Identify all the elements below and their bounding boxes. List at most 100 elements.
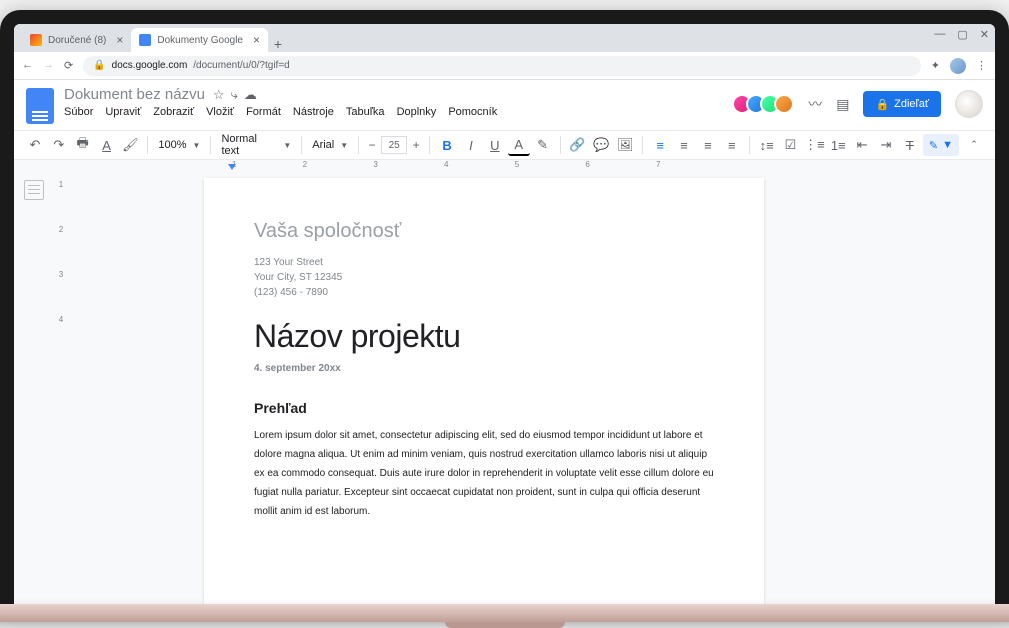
body-paragraph: Lorem ipsum dolor sit amet, consectetur … — [254, 426, 714, 521]
section-heading: Prehľad — [254, 400, 714, 416]
collapse-toolbar-button[interactable]: ˆ — [963, 134, 985, 156]
menu-edit[interactable]: Upraviť — [105, 106, 141, 118]
editing-mode-button[interactable]: ✎ ▼ — [923, 134, 959, 156]
company-heading: Vaša spoločnosť — [254, 220, 714, 243]
align-right-button[interactable]: ≡ — [697, 134, 719, 156]
share-button[interactable]: 🔒 Zdieľať — [863, 91, 941, 117]
close-icon[interactable]: × — [253, 33, 260, 47]
reload-icon[interactable]: ⟳ — [64, 59, 73, 72]
document-canvas: 1 2 3 4 1 2 3 4 5 6 7 Vaša spoločnosť 12… — [14, 160, 995, 610]
close-icon[interactable]: × — [116, 33, 123, 47]
account-avatar[interactable] — [955, 90, 983, 118]
collaborator-avatars[interactable] — [738, 94, 794, 114]
menu-table[interactable]: Tabuľka — [346, 106, 385, 118]
menu-view[interactable]: Zobraziť — [153, 106, 194, 118]
document-page[interactable]: Vaša spoločnosť 123 Your Street Your Cit… — [204, 178, 764, 610]
docs-header: Dokument bez názvu ☆ ⤷ ☁ Súbor Upraviť Z… — [14, 80, 995, 124]
project-title: Názov projektu — [254, 318, 714, 355]
move-icon[interactable]: ⤷ — [231, 87, 238, 103]
browser-profile-avatar[interactable] — [950, 58, 966, 74]
align-justify-button[interactable]: ≡ — [721, 134, 743, 156]
horizontal-ruler[interactable]: 1 2 3 4 5 6 7 — [184, 160, 692, 174]
forward-icon[interactable]: → — [43, 59, 54, 72]
share-label: Zdieľať — [894, 98, 929, 110]
font-select[interactable]: Arial▼ — [308, 139, 352, 151]
url-path: /document/u/0/?tgif=d — [193, 60, 289, 71]
checklist-button[interactable]: ☑ — [780, 134, 802, 156]
image-button[interactable]: 🖼 — [614, 134, 636, 156]
url-host: docs.google.com — [112, 60, 188, 71]
align-center-button[interactable]: ≡ — [673, 134, 695, 156]
menu-tools[interactable]: Nástroje — [293, 106, 334, 118]
underline-button[interactable]: U — [484, 134, 506, 156]
cloud-status-icon[interactable]: ☁ — [244, 87, 257, 103]
outline-toggle-icon[interactable] — [24, 180, 44, 200]
tab-label: Dokumenty Google — [157, 35, 243, 46]
undo-button[interactable]: ↶ — [24, 134, 46, 156]
chevron-down-icon: ▼ — [942, 139, 953, 151]
comment-button[interactable]: 💬 — [590, 134, 612, 156]
browser-menu-icon[interactable]: ⋮ — [976, 59, 987, 72]
font-size-stepper: − 25 + — [365, 136, 423, 154]
indent-marker-icon[interactable] — [228, 164, 236, 170]
laptop-frame: Doručené (8) × Dokumenty Google × + — ▢ … — [0, 10, 1009, 610]
tab-label: Doručené (8) — [48, 35, 106, 46]
print-button[interactable]: 🖶 — [72, 134, 94, 156]
chevron-down-icon: ▼ — [283, 141, 291, 150]
minimize-icon[interactable]: — — [934, 28, 945, 41]
url-input[interactable]: 🔒 docs.google.com/document/u/0/?tgif=d — [83, 56, 921, 76]
paragraph-style-select[interactable]: Normal text▼ — [217, 133, 295, 157]
spellcheck-button[interactable]: A — [96, 134, 118, 156]
document-date: 4. september 20xx — [254, 363, 714, 374]
numbered-list-button[interactable]: 1≡ — [827, 134, 849, 156]
chevron-down-icon: ▼ — [193, 141, 201, 150]
highlight-button[interactable]: ✎ — [532, 134, 554, 156]
browser-tab-docs[interactable]: Dokumenty Google × — [131, 28, 268, 52]
google-docs-logo-icon[interactable] — [26, 88, 54, 124]
menu-addons[interactable]: Doplnky — [397, 106, 437, 118]
increase-font-button[interactable]: + — [409, 138, 423, 152]
menu-format[interactable]: Formát — [246, 106, 281, 118]
increase-indent-button[interactable]: ⇥ — [875, 134, 897, 156]
browser-tab-strip: Doručené (8) × Dokumenty Google × + — ▢ … — [14, 24, 995, 52]
bulleted-list-button[interactable]: ⋮≡ — [803, 134, 825, 156]
gmail-icon — [30, 34, 42, 46]
font-size-value[interactable]: 25 — [381, 136, 407, 154]
decrease-font-button[interactable]: − — [365, 138, 379, 152]
paint-format-button[interactable]: 🖌 — [120, 134, 142, 156]
menu-help[interactable]: Pomocník — [448, 106, 497, 118]
activity-icon[interactable]: 〰 — [808, 94, 822, 114]
new-tab-button[interactable]: + — [268, 36, 288, 52]
menu-file[interactable]: Súbor — [64, 106, 93, 118]
bold-button[interactable]: B — [436, 134, 458, 156]
redo-button[interactable]: ↷ — [48, 134, 70, 156]
document-title[interactable]: Dokument bez názvu — [64, 86, 205, 103]
address-bar: ← → ⟳ 🔒 docs.google.com/document/u/0/?tg… — [14, 52, 995, 80]
window-controls: — ▢ ✕ — [934, 28, 989, 41]
back-icon[interactable]: ← — [22, 59, 33, 72]
extensions-icon[interactable]: ✦ — [931, 59, 940, 72]
text-color-button[interactable]: A — [508, 134, 530, 156]
line-spacing-button[interactable]: ↕≡ — [756, 134, 778, 156]
docs-icon — [139, 34, 151, 46]
clear-formatting-button[interactable]: T — [899, 134, 921, 156]
maximize-icon[interactable]: ▢ — [957, 28, 967, 41]
formatting-toolbar: ↶ ↷ 🖶 A 🖌 100%▼ Normal text▼ Arial▼ − 25… — [14, 130, 995, 160]
decrease-indent-button[interactable]: ⇤ — [851, 134, 873, 156]
close-window-icon[interactable]: ✕ — [980, 28, 989, 41]
menu-insert[interactable]: Vložiť — [206, 106, 234, 118]
avatar — [774, 94, 794, 114]
address-block: 123 Your Street Your City, ST 12345 (123… — [254, 255, 714, 300]
laptop-base — [0, 604, 1009, 622]
screen: Doručené (8) × Dokumenty Google × + — ▢ … — [14, 24, 995, 610]
italic-button[interactable]: I — [460, 134, 482, 156]
browser-tab-gmail[interactable]: Doručené (8) × — [22, 28, 131, 52]
menu-bar: Súbor Upraviť Zobraziť Vložiť Formát Nás… — [64, 106, 728, 118]
comments-icon[interactable]: ▤ — [836, 96, 849, 113]
align-left-button[interactable]: ≡ — [649, 134, 671, 156]
star-icon[interactable]: ☆ — [213, 87, 225, 103]
vertical-ruler: 1 2 3 4 — [54, 160, 68, 610]
pencil-icon: ✎ — [929, 139, 938, 152]
link-button[interactable]: 🔗 — [567, 134, 589, 156]
zoom-select[interactable]: 100%▼ — [154, 139, 204, 151]
